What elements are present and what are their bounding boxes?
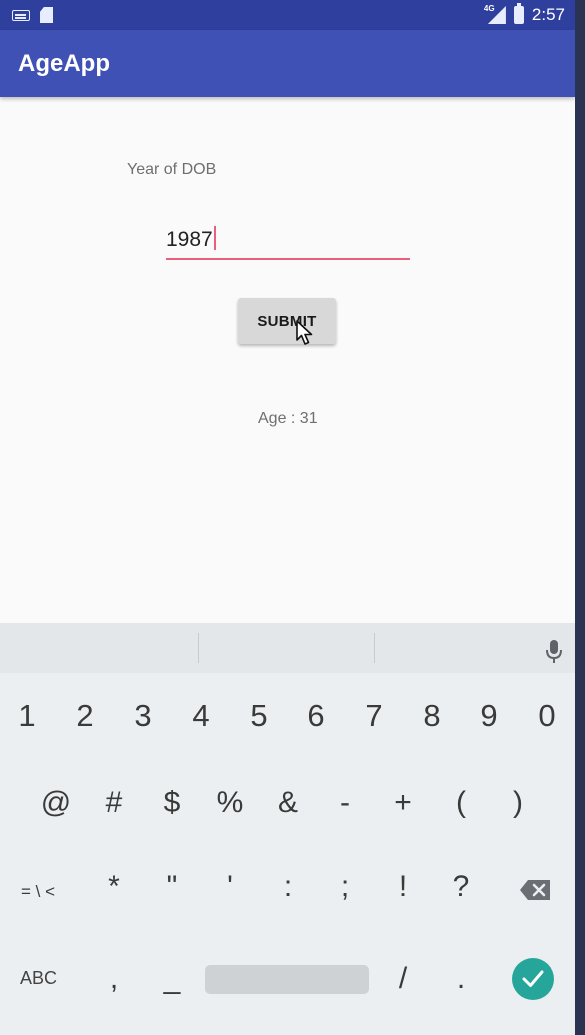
phone-screen: 4G 2:57 AgeApp Year of DOB 1987 SUBMIT A… (0, 0, 575, 1035)
signal-icon: 4G (483, 4, 506, 24)
key-abc[interactable]: ABC (20, 968, 57, 989)
key-0[interactable]: 0 (527, 698, 567, 734)
key-4[interactable]: 4 (181, 698, 221, 734)
key-semicolon[interactable]: ; (325, 870, 365, 904)
key-slash[interactable]: / (383, 962, 423, 996)
key-3[interactable]: 3 (123, 698, 163, 734)
key-underscore[interactable]: _ (152, 962, 192, 996)
key-1[interactable]: 1 (7, 698, 47, 734)
key-6[interactable]: 6 (296, 698, 336, 734)
sd-card-icon (40, 7, 53, 23)
key-single-quote[interactable]: ' (210, 870, 250, 904)
key-close-paren[interactable]: ) (498, 786, 538, 820)
status-bar: 4G 2:57 (0, 0, 575, 30)
window-edge (575, 0, 585, 1035)
key-exclamation[interactable]: ! (383, 870, 423, 904)
key-plus[interactable]: + (383, 786, 423, 820)
key-dollar[interactable]: $ (152, 786, 192, 820)
app-bar: AgeApp (0, 30, 575, 97)
dob-label: Year of DOB (127, 161, 217, 178)
suggestion-strip (0, 623, 575, 673)
key-asterisk[interactable]: * (94, 870, 134, 904)
key-7[interactable]: 7 (354, 698, 394, 734)
text-caret (213, 226, 216, 250)
key-9[interactable]: 9 (469, 698, 509, 734)
battery-icon (513, 3, 524, 24)
age-result-text: Age : 31 (258, 410, 318, 427)
network-type-label: 4G (483, 4, 495, 13)
key-more-symbols[interactable]: = \ < (8, 882, 68, 902)
dob-input[interactable]: 1987 (166, 224, 410, 260)
key-percent[interactable]: % (210, 786, 250, 820)
key-ampersand[interactable]: & (268, 786, 308, 820)
clock: 2:57 (531, 5, 565, 24)
key-double-quote[interactable]: " (152, 870, 192, 904)
microphone-icon[interactable] (545, 639, 563, 665)
key-colon[interactable]: : (268, 870, 308, 904)
key-question[interactable]: ? (441, 870, 481, 904)
key-comma[interactable]: , (94, 962, 134, 996)
keyboard-notification-icon (12, 9, 30, 21)
mouse-pointer-icon (296, 320, 313, 345)
key-open-paren[interactable]: ( (441, 786, 481, 820)
key-minus[interactable]: - (325, 786, 365, 820)
key-period[interactable]: . (441, 962, 481, 996)
space-key[interactable] (205, 965, 369, 994)
enter-button[interactable] (512, 958, 554, 1000)
key-8[interactable]: 8 (412, 698, 452, 734)
key-hash[interactable]: # (94, 786, 134, 820)
key-5[interactable]: 5 (239, 698, 279, 734)
backspace-icon[interactable] (519, 879, 551, 901)
dob-input-value: 1987 (166, 228, 213, 251)
key-2[interactable]: 2 (65, 698, 105, 734)
submit-button[interactable]: SUBMIT (238, 298, 336, 344)
key-at[interactable]: @ (36, 786, 76, 820)
checkmark-icon (522, 970, 544, 987)
app-title: AgeApp (18, 50, 110, 77)
